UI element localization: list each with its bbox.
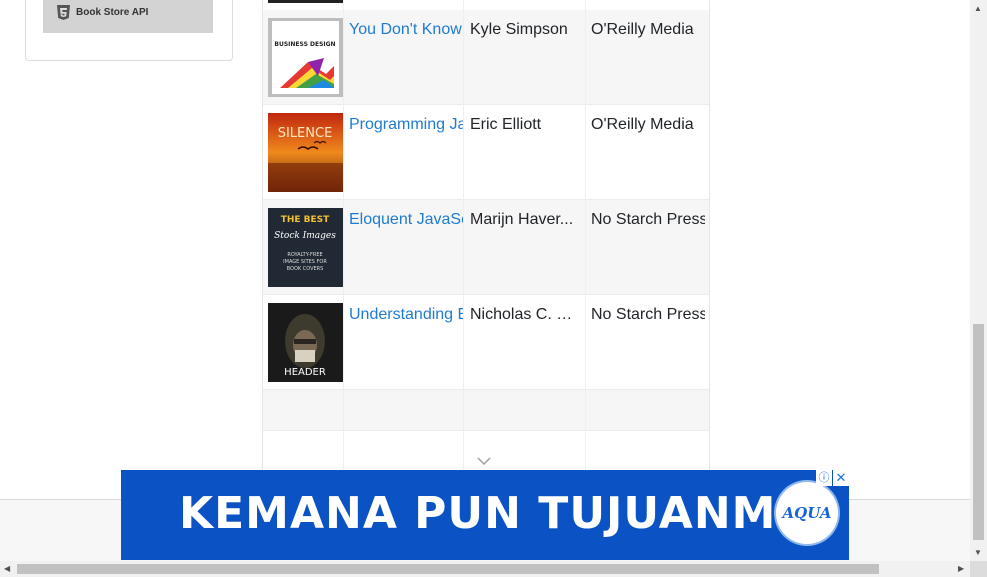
book-author-cell: Marijn Haver... (470, 200, 578, 305)
book-author-cell: Nicholas C. Z... (470, 295, 578, 400)
html5-icon (57, 4, 70, 20)
scrollbar-corner (970, 561, 987, 577)
vertical-scrollbar[interactable]: ▲ ▼ (970, 0, 987, 561)
table-row: HEADER Understanding ECMAScript 6 Nichol… (263, 295, 709, 390)
book-title-link[interactable]: You Don't Know JS (349, 21, 463, 38)
sidebar-item-label: Book Store API (76, 6, 149, 18)
previous-row-cover-edge (268, 0, 343, 3)
svg-text:IMAGE SITES FOR: IMAGE SITES FOR (283, 259, 327, 265)
ad-brand-text: AQUA (782, 504, 832, 522)
ad-brand-logo: AQUA (776, 482, 838, 544)
book-title-cell: Eloquent JavaScript, Second Edition (349, 200, 463, 305)
book-cover: SILENCE (268, 113, 343, 192)
svg-text:BUSINESS DESIGN: BUSINESS DESIGN (274, 41, 335, 48)
svg-text:SILENCE: SILENCE (278, 126, 333, 141)
horizontal-scrollbar[interactable]: ◀ ▶ (0, 561, 970, 577)
book-author-cell: Kyle Simpson (470, 10, 578, 115)
book-title-link[interactable]: Eloquent JavaScript, Second Edition (349, 211, 463, 228)
book-title-cell: Understanding ECMAScript 6 (349, 295, 463, 400)
book-title-link[interactable]: Understanding ECMAScript 6 (349, 306, 463, 323)
book-publisher: No Starch Press (591, 211, 705, 228)
book-author-cell: Eric Elliott (470, 105, 578, 210)
scroll-right-icon[interactable]: ▶ (958, 564, 964, 573)
close-icon[interactable]: ✕ (833, 470, 849, 486)
book-publisher-cell: O'Reilly Media (591, 105, 705, 210)
scroll-left-icon[interactable]: ◀ (4, 564, 10, 573)
sidebar-card: Book Store API (25, 0, 233, 61)
table-row: SILENCE Programming JavaScript Applicati… (263, 105, 709, 200)
book-cover: BUSINESS DESIGN (268, 18, 343, 97)
scroll-up-icon[interactable]: ▲ (974, 4, 982, 13)
column-divider (343, 0, 344, 470)
advertisement-banner[interactable]: KEMANA PUN TUJUANMU AQUA ⓘ ✕ (121, 470, 849, 560)
table-row: THE BEST Stock Images ROYALTY-FREE IMAGE… (263, 200, 709, 295)
book-author: Marijn Haver... (470, 211, 574, 228)
book-title-link[interactable]: Programming JavaScript Applications (349, 116, 463, 133)
svg-text:BOOK COVERS: BOOK COVERS (287, 266, 324, 272)
book-cover: THE BEST Stock Images ROYALTY-FREE IMAGE… (268, 208, 343, 287)
book-author: Eric Elliott (470, 116, 542, 133)
book-publisher-cell: No Starch Press (591, 200, 705, 305)
svg-text:Stock Images: Stock Images (274, 231, 336, 241)
ad-headline: KEMANA PUN TUJUANMU (179, 488, 814, 539)
column-divider (585, 0, 586, 470)
svg-text:HEADER: HEADER (284, 367, 326, 378)
book-title-cell: Programming JavaScript Applications (349, 105, 463, 210)
book-publisher: O'Reilly Media (591, 21, 694, 38)
table-row: BUSINESS DESIGN You Don't Know JS Kyle S… (263, 10, 709, 105)
svg-text:ROYALTY-FREE: ROYALTY-FREE (287, 252, 322, 258)
svg-text:THE BEST: THE BEST (281, 215, 330, 225)
horizontal-scroll-thumb[interactable] (17, 564, 879, 574)
books-table: BUSINESS DESIGN You Don't Know JS Kyle S… (262, 0, 710, 470)
sidebar-item-book-store-api[interactable]: Book Store API (43, 0, 213, 33)
table-row-empty (263, 390, 709, 431)
book-publisher-cell: O'Reilly Media (591, 10, 705, 115)
info-icon[interactable]: ⓘ (816, 470, 832, 486)
book-publisher: O'Reilly Media (591, 116, 694, 133)
scroll-down-icon[interactable]: ▼ (974, 548, 982, 557)
chevron-down-icon[interactable] (477, 456, 491, 466)
vertical-scroll-thumb[interactable] (973, 324, 984, 540)
book-author: Nicholas C. Z... (470, 306, 578, 323)
book-author: Kyle Simpson (470, 21, 568, 38)
book-title-cell: You Don't Know JS (349, 10, 463, 115)
book-publisher: No Starch Press (591, 306, 705, 323)
column-divider (463, 0, 464, 470)
book-publisher-cell: No Starch Press (591, 295, 705, 400)
book-cover: HEADER (268, 303, 343, 382)
